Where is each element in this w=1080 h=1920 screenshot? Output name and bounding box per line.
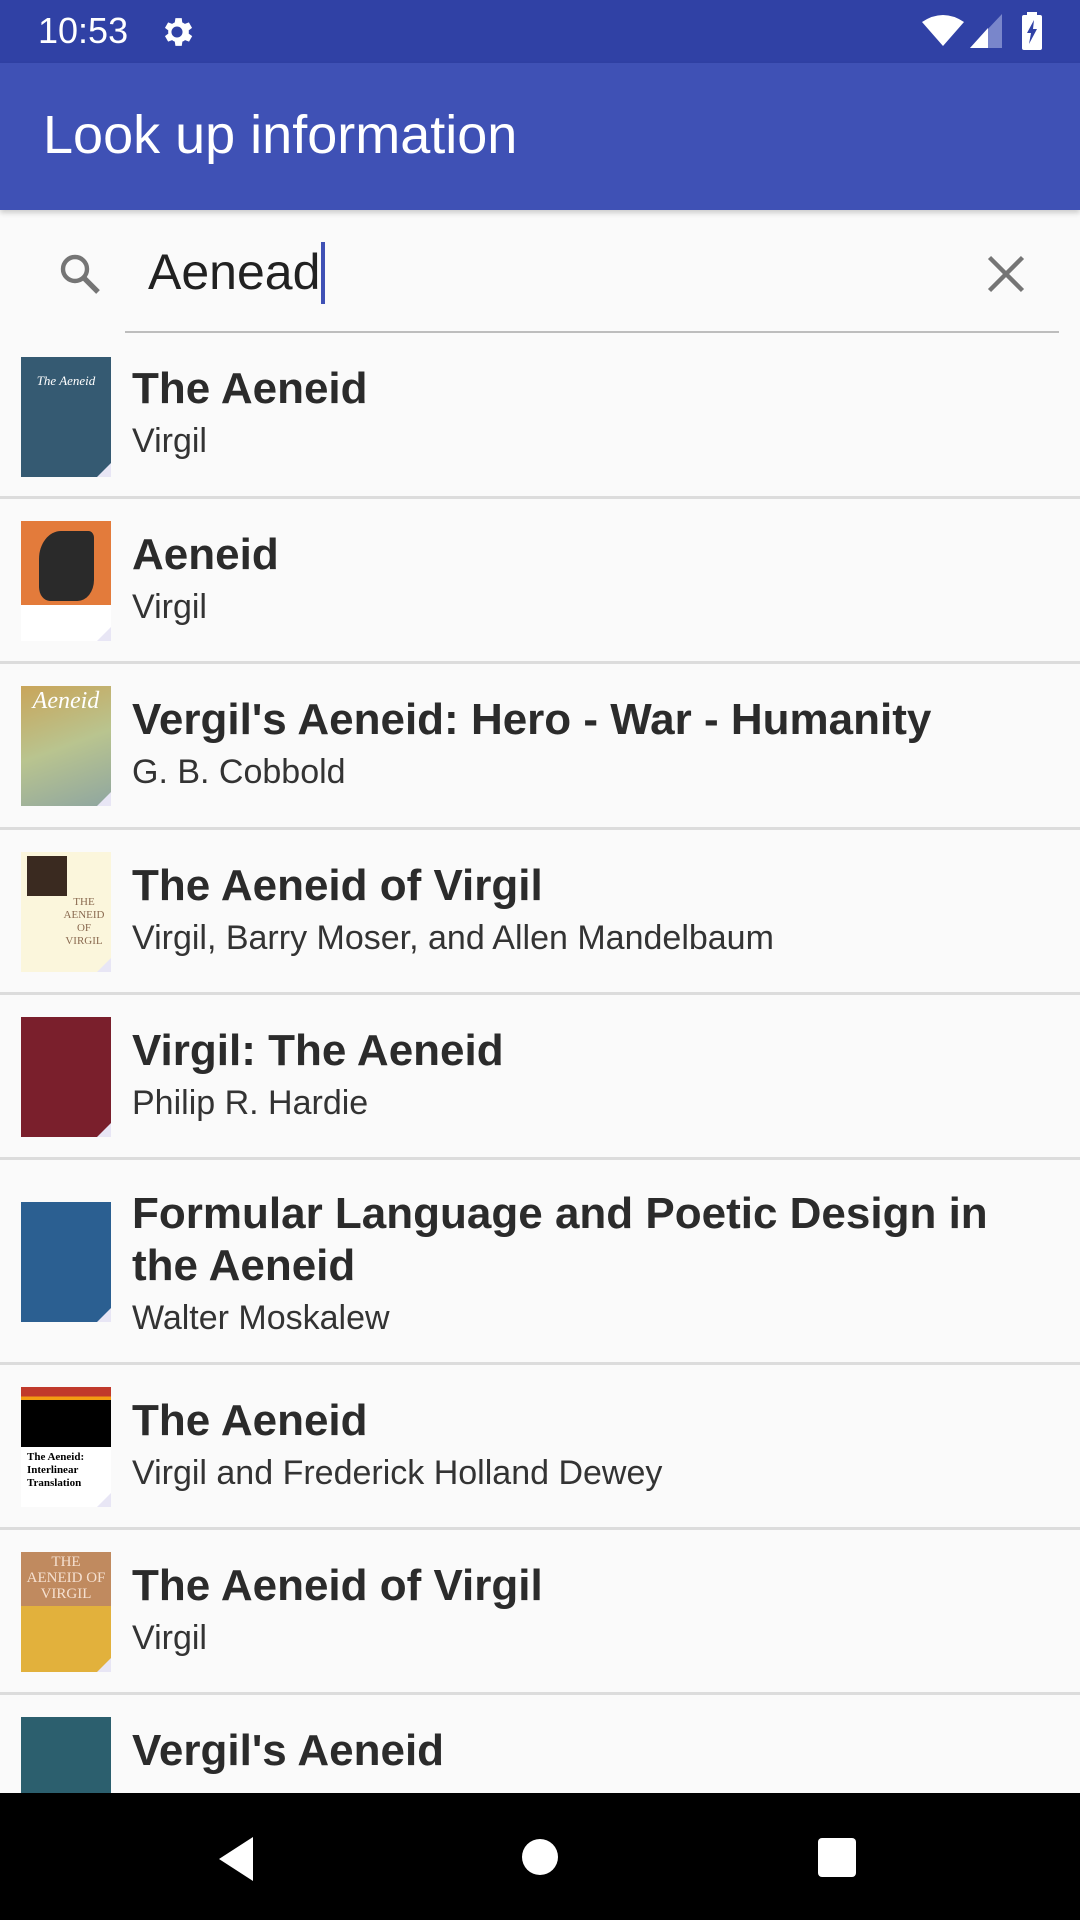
gear-icon (164, 18, 193, 46)
search-input[interactable]: Aenead (125, 210, 1059, 333)
search-input-value: Aenead (148, 244, 321, 300)
book-author: Virgil, Barry Moser, and Allen Mandelbau… (132, 919, 774, 957)
book-cover (21, 1017, 111, 1137)
close-icon[interactable] (984, 252, 1028, 296)
list-item[interactable]: THE AENEID OF VIRGIL The Aeneid of Virgi… (0, 830, 1080, 995)
recents-button[interactable] (818, 1838, 856, 1877)
book-title: Formular Language and Poetic Design in t… (132, 1189, 988, 1290)
list-item[interactable]: Aeneid Vergil's Aeneid: Hero - War - Hum… (0, 664, 1080, 830)
text-caret (321, 242, 326, 304)
page-title: Look up information (43, 105, 518, 165)
book-author: Virgil (132, 1619, 207, 1657)
navigation-bar (0, 1793, 1080, 1920)
list-item[interactable]: Vergil's Aeneid (0, 1695, 1080, 1793)
signal-icon (970, 14, 1002, 48)
wifi-icon (922, 15, 964, 46)
book-cover (21, 1202, 111, 1322)
book-title: The Aeneid (132, 1396, 368, 1445)
book-author: G. B. Cobbold (132, 753, 346, 791)
book-author: Walter Moskalew (132, 1299, 390, 1337)
back-button[interactable] (217, 1837, 257, 1881)
list-item[interactable]: The Aeneid The Aeneid Virgil (0, 333, 1080, 499)
book-cover (21, 521, 111, 641)
book-cover: Aeneid (21, 686, 111, 806)
status-bar: 10:53 (0, 0, 1080, 63)
results-list: The Aeneid The Aeneid Virgil Aeneid Virgil… (0, 333, 1080, 1793)
book-title: The Aeneid (132, 364, 368, 413)
list-item[interactable]: THE AENEID OF VIRGIL The Aeneid of Virgi… (0, 1530, 1080, 1695)
book-cover: The Aeneid (21, 357, 111, 477)
list-item[interactable]: Aeneid Virgil (0, 499, 1080, 664)
list-item[interactable]: Formular Language and Poetic Design in t… (0, 1160, 1080, 1365)
book-author: Virgil (132, 588, 207, 626)
app-bar: Look up information (0, 63, 1080, 210)
book-title: Virgil: The Aeneid (132, 1026, 504, 1075)
book-cover: THE AENEID OF VIRGIL (21, 852, 111, 972)
book-author: Virgil (132, 422, 207, 460)
battery-charging-icon (1022, 12, 1042, 50)
list-item[interactable]: Virgil: The Aeneid Philip R. Hardie (0, 995, 1080, 1160)
book-title: The Aeneid of Virgil (132, 1561, 543, 1610)
book-title: The Aeneid of Virgil (132, 861, 543, 910)
book-title: Vergil's Aeneid (132, 1726, 445, 1775)
search-icon (60, 254, 100, 294)
book-title: Vergil's Aeneid: Hero - War - Humanity (132, 695, 932, 744)
book-cover: The Aeneid: Interlinear Translation (21, 1387, 111, 1507)
book-cover: THE AENEID OF VIRGIL (21, 1552, 111, 1672)
list-item[interactable]: The Aeneid: Interlinear Translation The … (0, 1365, 1080, 1530)
search-bar: Aenead (0, 210, 1080, 333)
status-time: 10:53 (38, 10, 129, 51)
book-title: Aeneid (132, 530, 279, 579)
book-author: Virgil and Frederick Holland Dewey (132, 1454, 663, 1492)
book-author: Philip R. Hardie (132, 1084, 369, 1122)
home-button[interactable] (522, 1839, 558, 1875)
book-cover (21, 1717, 111, 1793)
